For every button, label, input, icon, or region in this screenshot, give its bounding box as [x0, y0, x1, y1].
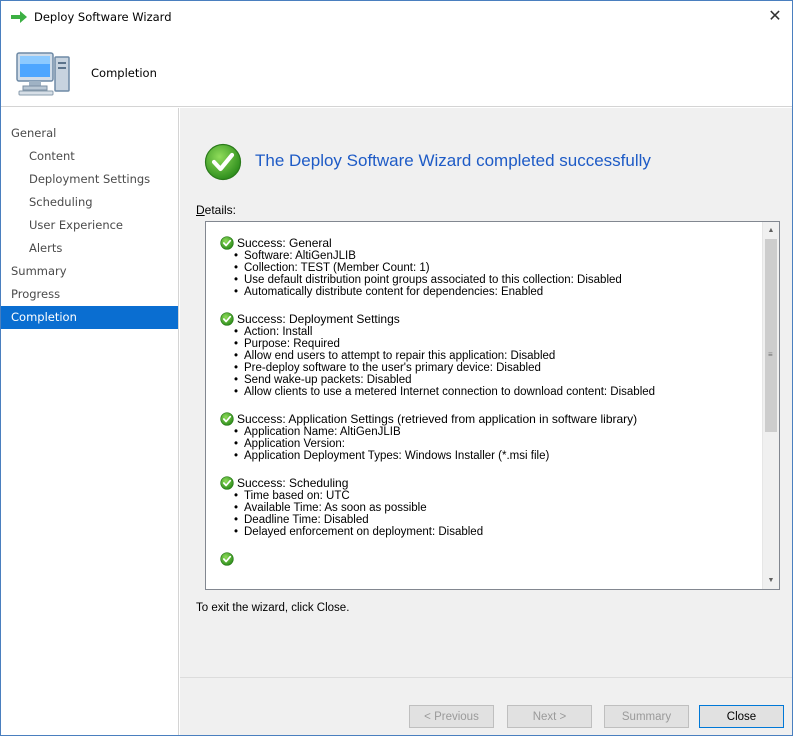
section-items: Software: AltiGenJLIBCollection: TEST (M…	[220, 250, 762, 298]
window-title: Deploy Software Wizard	[34, 10, 172, 24]
section-heading: Success: Scheduling	[220, 476, 762, 490]
scroll-down-arrow-icon[interactable]: ▼	[763, 572, 779, 589]
nav-item-general[interactable]: General	[1, 122, 178, 145]
success-check-icon	[220, 312, 234, 326]
section-heading: Success: Application Settings (retrieved…	[220, 412, 762, 426]
nav-item-scheduling[interactable]: Scheduling	[1, 191, 178, 214]
list-item: Application Version:	[234, 438, 762, 450]
list-item: Action: Install	[234, 326, 762, 338]
title-bar: Deploy Software Wizard ✕	[1, 1, 792, 31]
section-heading-text: Success: General	[237, 236, 332, 250]
scroll-thumb[interactable]: ≡	[765, 239, 777, 432]
nav-item-deployment-settings[interactable]: Deployment Settings	[1, 168, 178, 191]
success-check-icon	[220, 476, 234, 490]
list-item: Time based on: UTC	[234, 490, 762, 502]
details-label-rest: etails:	[204, 203, 237, 217]
success-title: The Deploy Software Wizard completed suc…	[255, 151, 651, 170]
arrow-right-icon	[11, 11, 27, 23]
success-check-icon	[220, 552, 234, 566]
close-window-button[interactable]: ✕	[758, 1, 792, 31]
list-item: Pre-deploy software to the user's primar…	[234, 362, 762, 374]
page-title: Completion	[91, 66, 157, 80]
nav-item-completion[interactable]: Completion	[1, 306, 178, 329]
section-heading: Success: Deployment Settings	[220, 312, 762, 326]
section-heading: Success: General	[220, 236, 762, 250]
previous-button[interactable]: < Previous	[409, 705, 494, 728]
list-item: Delayed enforcement on deployment: Disab…	[234, 526, 762, 538]
close-button[interactable]: Close	[699, 705, 784, 728]
nav-item-progress[interactable]: Progress	[1, 283, 178, 306]
section-items: Application Name: AltiGenJLIBApplication…	[220, 426, 762, 462]
main-content: The Deploy Software Wizard completed suc…	[180, 108, 792, 677]
list-item: Software: AltiGenJLIB	[234, 250, 762, 262]
button-bar: < Previous Next > Summary Close	[180, 677, 792, 735]
details-section: Success: Deployment SettingsAction: Inst…	[220, 312, 762, 398]
list-item: Application Deployment Types: Windows In…	[234, 450, 762, 462]
list-item: Send wake-up packets: Disabled	[234, 374, 762, 386]
list-item: Allow end users to attempt to repair thi…	[234, 350, 762, 362]
computer-icon	[16, 52, 70, 96]
list-item: Purpose: Required	[234, 338, 762, 350]
list-item: Collection: TEST (Member Count: 1)	[234, 262, 762, 274]
nav-item-content[interactable]: Content	[1, 145, 178, 168]
list-item: Allow clients to use a metered Internet …	[234, 386, 762, 398]
details-textbox[interactable]: Success: GeneralSoftware: AltiGenJLIBCol…	[205, 221, 780, 590]
details-content: Success: GeneralSoftware: AltiGenJLIBCol…	[206, 222, 762, 589]
close-icon: ✕	[768, 8, 782, 25]
details-section: Success: GeneralSoftware: AltiGenJLIBCol…	[220, 236, 762, 298]
success-check-icon	[204, 143, 242, 181]
next-button[interactable]: Next >	[507, 705, 592, 728]
vertical-scrollbar[interactable]: ▲ ≡ ▼	[762, 222, 779, 589]
section-heading-text: Success: Deployment Settings	[237, 312, 400, 326]
list-item: Available Time: As soon as possible	[234, 502, 762, 514]
close-button-label: Close	[726, 710, 757, 723]
next-button-label: Next >	[532, 710, 567, 723]
wizard-window: Deploy Software Wizard ✕ Completion Gene…	[0, 0, 793, 736]
scroll-up-arrow-icon[interactable]: ▲	[763, 222, 779, 239]
previous-button-label: < Previous	[424, 710, 479, 723]
section-heading-text: Success: Scheduling	[237, 476, 349, 490]
list-item: Use default distribution point groups as…	[234, 274, 762, 286]
list-item: Application Name: AltiGenJLIB	[234, 426, 762, 438]
wizard-nav: General Content Deployment Settings Sche…	[1, 108, 179, 735]
list-item: Deadline Time: Disabled	[234, 514, 762, 526]
success-check-icon	[220, 412, 234, 426]
details-section: Success: SchedulingTime based on: UTCAva…	[220, 476, 762, 538]
list-item: Automatically distribute content for dep…	[234, 286, 762, 298]
exit-instruction: To exit the wizard, click Close.	[196, 602, 350, 614]
summary-button-label: Summary	[621, 710, 672, 723]
section-items: Time based on: UTCAvailable Time: As soo…	[220, 490, 762, 538]
nav-item-user-experience[interactable]: User Experience	[1, 214, 178, 237]
nav-item-alerts[interactable]: Alerts	[1, 237, 178, 260]
nav-item-summary[interactable]: Summary	[1, 260, 178, 283]
wizard-header: Completion	[1, 31, 792, 107]
scroll-grip-icon: ≡	[768, 350, 773, 359]
next-section-peek	[220, 552, 762, 566]
section-heading-text: Success: Application Settings (retrieved…	[237, 412, 638, 426]
summary-button[interactable]: Summary	[604, 705, 689, 728]
details-section: Success: Application Settings (retrieved…	[220, 412, 762, 462]
details-label: Details:	[196, 203, 237, 217]
success-check-icon	[220, 236, 234, 250]
section-items: Action: InstallPurpose: RequiredAllow en…	[220, 326, 762, 398]
